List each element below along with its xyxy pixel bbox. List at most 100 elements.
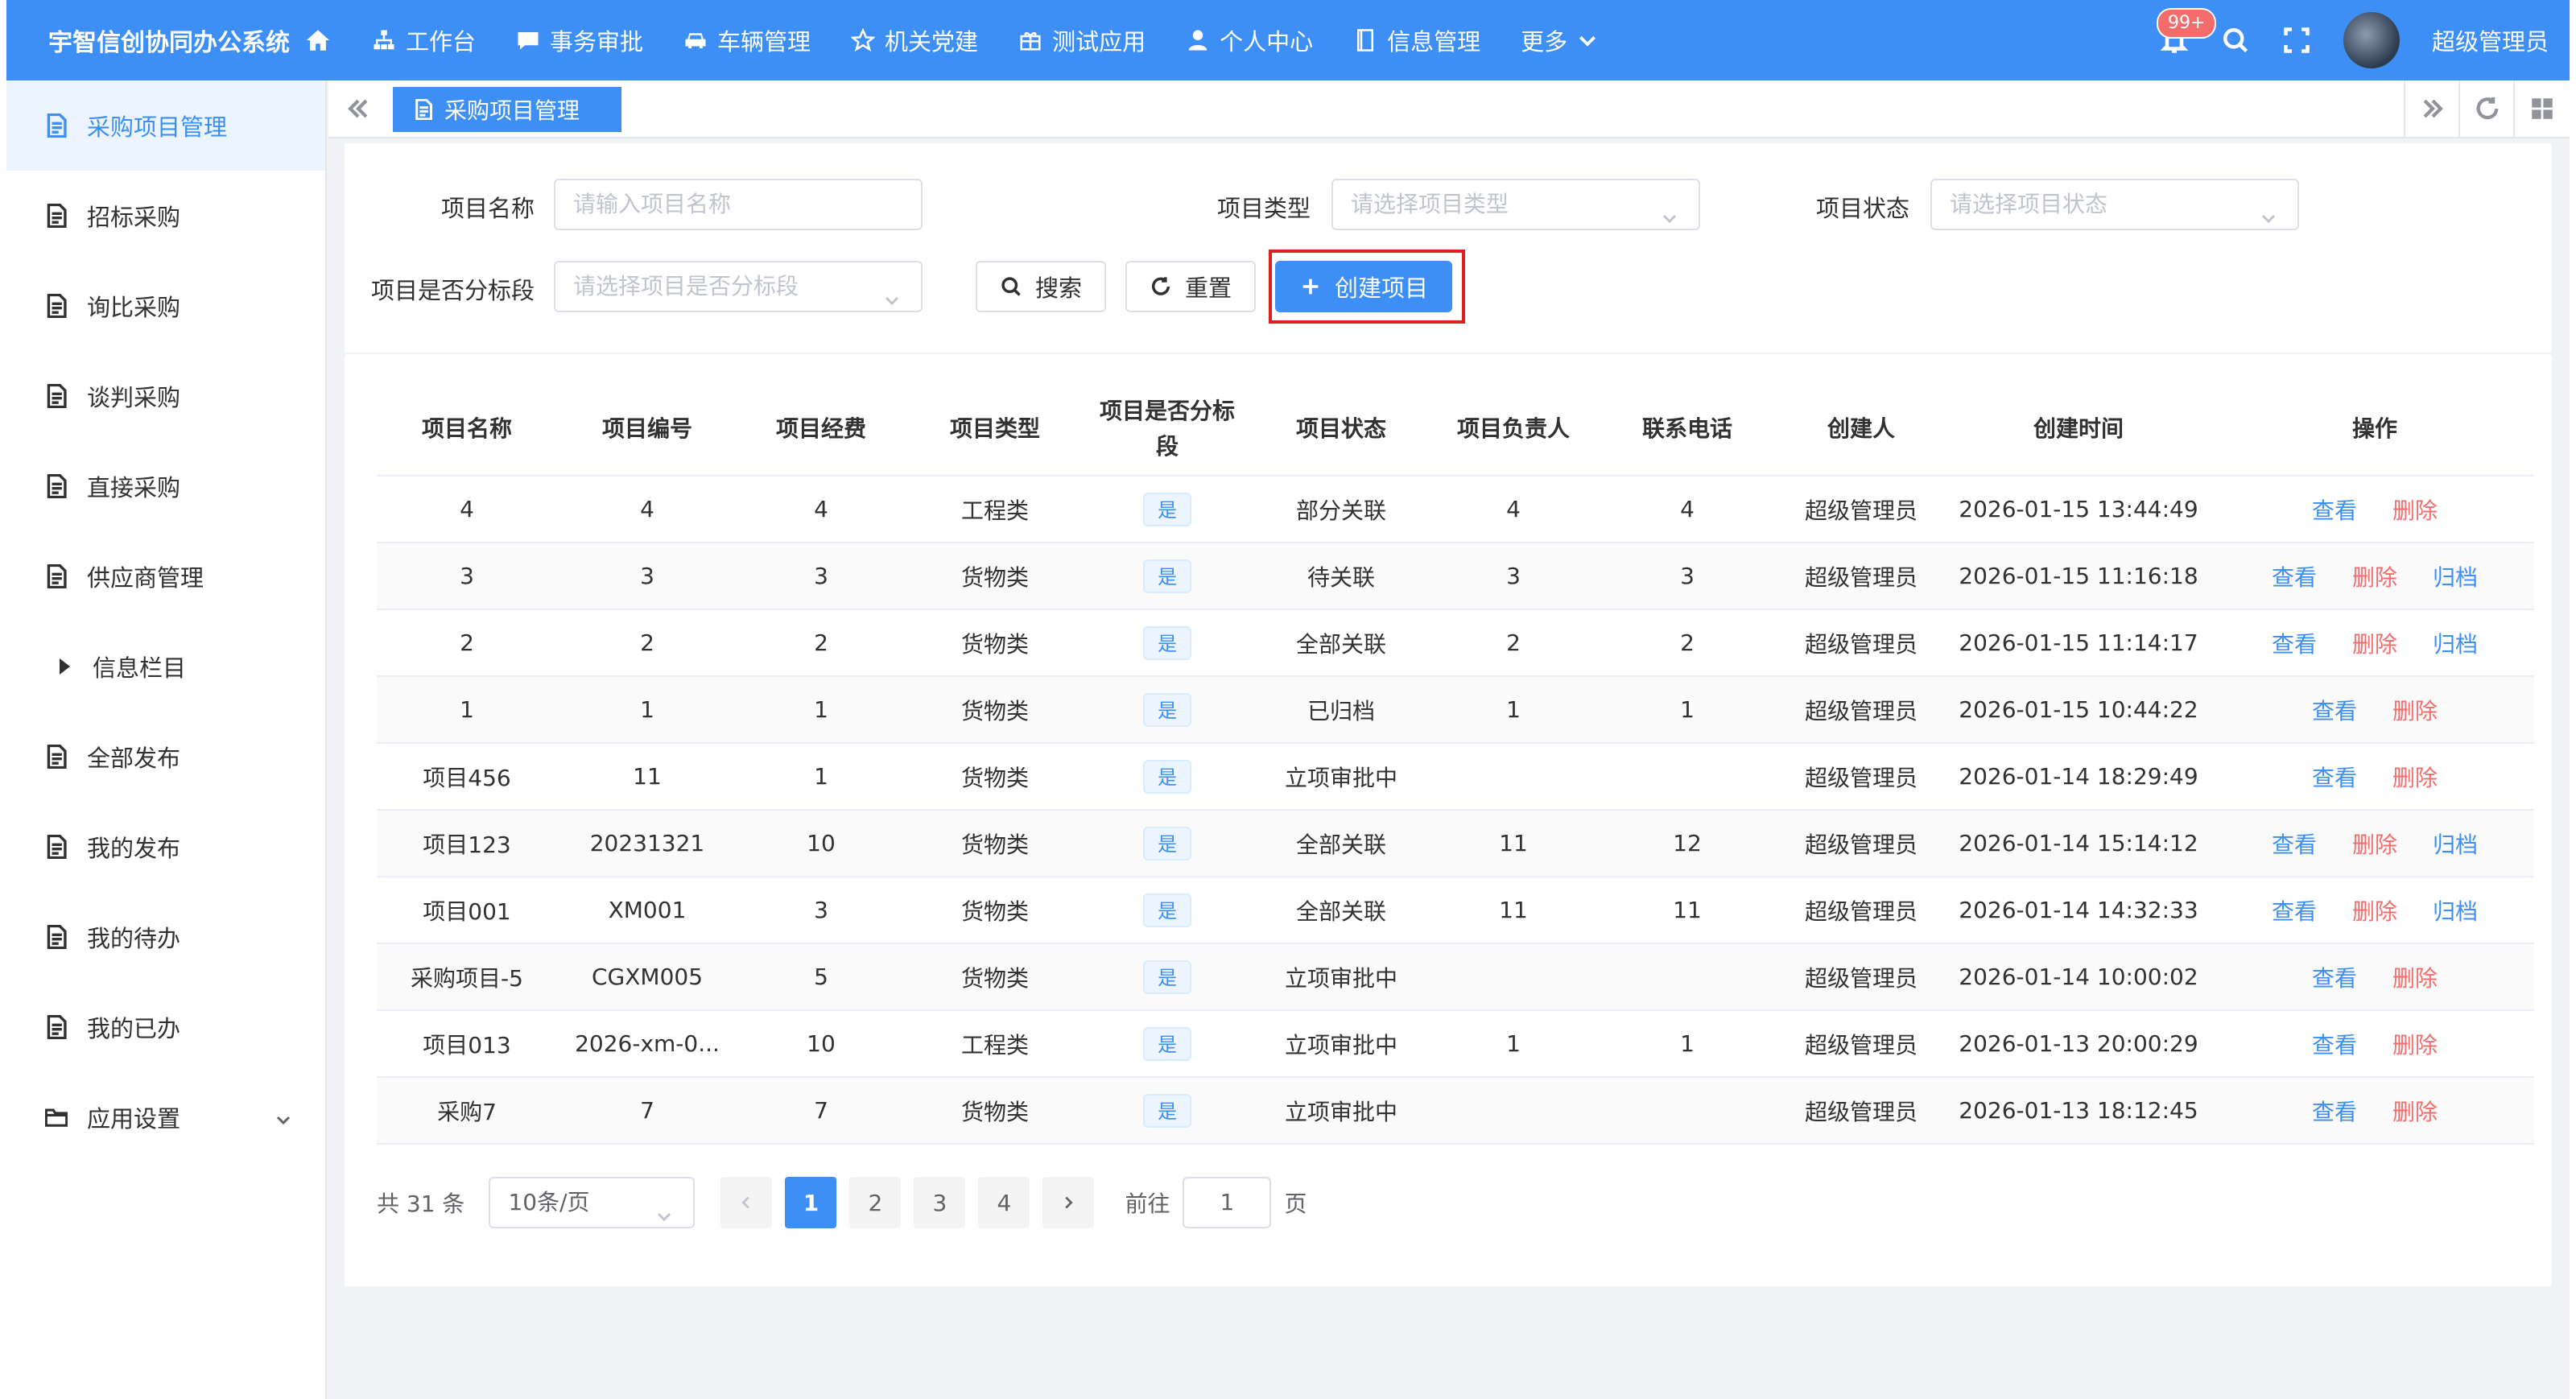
sidebar-item-label: 直接采购 (87, 474, 181, 501)
archive-button[interactable]: 归档 (2433, 631, 2478, 658)
page-button-3[interactable]: 3 (914, 1177, 966, 1228)
page-size-select[interactable]: 10条/页 (489, 1177, 696, 1228)
delete-button[interactable]: 删除 (2392, 765, 2438, 791)
project-type-select[interactable]: 请选择项目类型 (1331, 179, 1700, 230)
view-button[interactable]: 查看 (2312, 497, 2357, 524)
archive-button[interactable]: 归档 (2433, 832, 2478, 858)
view-button[interactable]: 查看 (2272, 564, 2317, 591)
delete-button[interactable]: 删除 (2352, 631, 2397, 658)
project-name-input[interactable]: 请输入项目名称 (554, 179, 923, 230)
project-table-card: 项目名称 项目编号 项目经费 项目类型 项目是否分标段 项目状态 项目负责人 联… (345, 354, 2552, 1286)
page-button-1[interactable]: 1 (785, 1177, 837, 1228)
sidebar-item-label: 我的待办 (87, 925, 181, 952)
nav-item-test-apps[interactable]: 测试应用 (1018, 23, 1146, 57)
sidebar-item-label: 采购项目管理 (87, 113, 228, 141)
cell-phone: 4 (1594, 476, 1781, 543)
cell-status: 已归档 (1249, 676, 1433, 744)
sidebar-item-inquiry[interactable]: 询比采购 (6, 261, 325, 351)
view-button[interactable]: 查看 (2312, 965, 2357, 992)
cell-created: 2026-01-14 18:29:49 (1942, 743, 2215, 811)
sidebar-item-my-done[interactable]: 我的已办 (6, 982, 325, 1072)
cell-code: 2 (557, 609, 737, 677)
project-status-select[interactable]: 请选择项目状态 (1930, 179, 2299, 230)
tabs-scroll-left-button[interactable] (345, 95, 374, 124)
page-button-2[interactable]: 2 (849, 1177, 902, 1228)
tab-procurement-projects[interactable]: 采购项目管理 (393, 87, 621, 132)
tab-menu-button[interactable] (2513, 80, 2570, 137)
prev-page-button[interactable] (720, 1177, 773, 1228)
view-button[interactable]: 查看 (2272, 631, 2317, 658)
delete-button[interactable]: 删除 (2392, 698, 2438, 724)
view-button[interactable]: 查看 (2312, 1032, 2357, 1059)
delete-button[interactable]: 删除 (2352, 564, 2397, 591)
nav-item-personal[interactable]: 个人中心 (1186, 23, 1313, 57)
search-icon (2223, 28, 2248, 53)
sidebar-item-label: 谈判采购 (87, 384, 181, 411)
chevron-down-icon (882, 279, 902, 306)
reset-button[interactable]: 重置 (1125, 261, 1256, 312)
cell-type: 货物类 (905, 543, 1085, 610)
nav-item-workbench[interactable]: 工作台 (372, 23, 476, 57)
column-header: 项目名称 (377, 383, 557, 477)
nav-item-party[interactable]: 机关党建 (851, 23, 978, 57)
cell-name: 1 (377, 676, 557, 744)
page-button-4[interactable]: 4 (978, 1177, 1030, 1228)
sidebar-item-app-settings[interactable]: 应用设置 (6, 1072, 325, 1162)
avatar[interactable] (2343, 12, 2400, 68)
sidebar-item-my-todo[interactable]: 我的待办 (6, 892, 325, 982)
search-button[interactable] (2221, 26, 2250, 55)
cell-type: 货物类 (905, 810, 1085, 877)
cell-actions: 查看 删除 (2215, 1077, 2534, 1145)
view-button[interactable]: 查看 (2312, 1099, 2357, 1125)
nav-home[interactable] (304, 27, 332, 54)
refresh-button[interactable] (2458, 80, 2515, 137)
nav-item-info[interactable]: 信息管理 (1353, 23, 1480, 57)
delete-button[interactable]: 删除 (2392, 1032, 2438, 1059)
cell-code: 4 (557, 476, 737, 543)
delete-button[interactable]: 删除 (2392, 497, 2438, 524)
delete-button[interactable]: 删除 (2352, 898, 2397, 925)
view-button[interactable]: 查看 (2272, 898, 2317, 925)
sidebar-item-tender[interactable]: 招标采购 (6, 171, 325, 261)
view-button[interactable]: 查看 (2312, 698, 2357, 724)
delete-button[interactable]: 删除 (2392, 965, 2438, 992)
table-row: 采购项目-5 CGXM005 5 货物类 是 立项审批中 超级管理员 2026-01-14 1… (377, 943, 2534, 1011)
archive-button[interactable]: 归档 (2433, 564, 2478, 591)
sidebar-item-negotiation[interactable]: 谈判采购 (6, 351, 325, 441)
project-name-label: 项目名称 (440, 195, 535, 222)
search-button[interactable]: 搜索 (976, 261, 1106, 312)
nav-item-more[interactable]: 更多 (1521, 23, 1600, 57)
sidebar-item-all-published[interactable]: 全部发布 (6, 712, 325, 802)
nav-item-approval[interactable]: 事务审批 (516, 23, 643, 57)
notification-button[interactable]: 99+ (2156, 8, 2217, 55)
sidebar-item-procurement-projects[interactable]: 采购项目管理 (6, 80, 325, 171)
archive-button[interactable]: 归档 (2433, 898, 2478, 925)
cell-creator: 超级管理员 (1781, 1077, 1942, 1145)
tabs-bar: 采购项目管理 (328, 80, 2570, 138)
nav-item-vehicles[interactable]: 车辆管理 (683, 23, 811, 57)
view-button[interactable]: 查看 (2312, 765, 2357, 791)
sidebar-item-info-columns[interactable]: 信息栏目 (6, 621, 325, 712)
delete-button[interactable]: 删除 (2392, 1099, 2438, 1125)
cell-actions: 查看 删除 归档 (2215, 543, 2534, 610)
cell-actions: 查看 删除 归档 (2215, 877, 2534, 944)
view-button[interactable]: 查看 (2272, 832, 2317, 858)
project-segment-select[interactable]: 请选择项目是否分标段 (554, 261, 923, 312)
sidebar-item-my-published[interactable]: 我的发布 (6, 802, 325, 892)
fullscreen-button[interactable] (2282, 26, 2311, 55)
app-frame: 宇智信创协同办公系统 工作台 事务审批 车辆管理 机关党建 测试应用 个人中心 … (6, 0, 2570, 1399)
goto-page-input[interactable]: 1 (1183, 1177, 1272, 1228)
user-name[interactable]: 超级管理员 (2432, 23, 2549, 57)
cell-type: 货物类 (905, 609, 1085, 677)
column-header: 联系电话 (1594, 383, 1781, 477)
sidebar-item-direct[interactable]: 直接采购 (6, 441, 325, 531)
cell-status: 部分关联 (1249, 476, 1433, 543)
cell-budget: 4 (737, 476, 905, 543)
sidebar-item-suppliers[interactable]: 供应商管理 (6, 531, 325, 621)
tabs-scroll-right-button[interactable] (2404, 80, 2460, 137)
column-header: 项目是否分标段 (1085, 383, 1249, 477)
segmented-tag: 是 (1143, 1093, 1191, 1128)
delete-button[interactable]: 删除 (2352, 832, 2397, 858)
next-page-button[interactable] (1042, 1177, 1095, 1228)
cell-phone: 11 (1594, 877, 1781, 944)
